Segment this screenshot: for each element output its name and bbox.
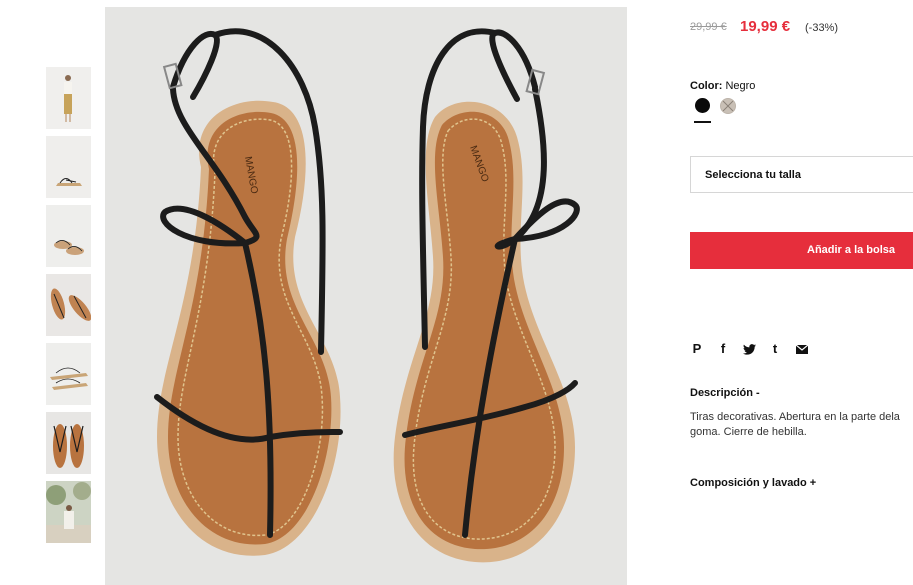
add-to-bag-label: Añadir a la bolsa	[807, 244, 896, 256]
thumbnail-side[interactable]	[46, 136, 91, 198]
discount-badge: (-33%)	[805, 22, 839, 34]
description-text: Tiras decorativas. Abertura en la parte …	[690, 410, 913, 440]
pinterest-icon[interactable]: P	[690, 341, 704, 357]
composition-heading[interactable]: Composición y lavado +	[690, 477, 816, 489]
thumbnail-pair-front[interactable]	[46, 412, 91, 474]
thumbnail-pair-side[interactable]	[46, 343, 91, 405]
thumbnail-model-full[interactable]	[46, 67, 91, 129]
color-swatch-sand[interactable]	[720, 98, 736, 114]
facebook-icon[interactable]: f	[716, 341, 730, 357]
main-product-image[interactable]: MANGO MANGO	[105, 7, 627, 585]
description-line-1: Tiras decorativas. Abertura en la parte …	[690, 411, 900, 423]
size-select-placeholder: Selecciona tu talla	[705, 169, 801, 181]
sale-price: 19,99 €	[740, 18, 791, 35]
description-line-2: goma. Cierre de hebilla.	[690, 426, 807, 438]
description-heading[interactable]: Descripción -	[690, 387, 760, 399]
tumblr-icon[interactable]: t	[768, 341, 782, 357]
twitter-icon[interactable]	[742, 341, 756, 357]
thumbnail-model-outdoor[interactable]	[46, 481, 91, 543]
thumbnail-pair-angle[interactable]	[46, 274, 91, 336]
selected-color-indicator	[694, 121, 711, 123]
add-to-bag-button[interactable]: Añadir a la bolsa	[690, 232, 913, 269]
color-selector-label: Color: Negro	[690, 80, 755, 92]
size-select[interactable]: Selecciona tu talla	[690, 156, 913, 193]
color-swatch-black[interactable]	[695, 98, 710, 113]
thumbnail-pair-top[interactable]	[46, 205, 91, 267]
color-label: Color:	[690, 80, 723, 92]
color-value: Negro	[725, 80, 756, 92]
email-icon[interactable]	[794, 341, 810, 357]
original-price: 29,99 €	[690, 21, 727, 33]
